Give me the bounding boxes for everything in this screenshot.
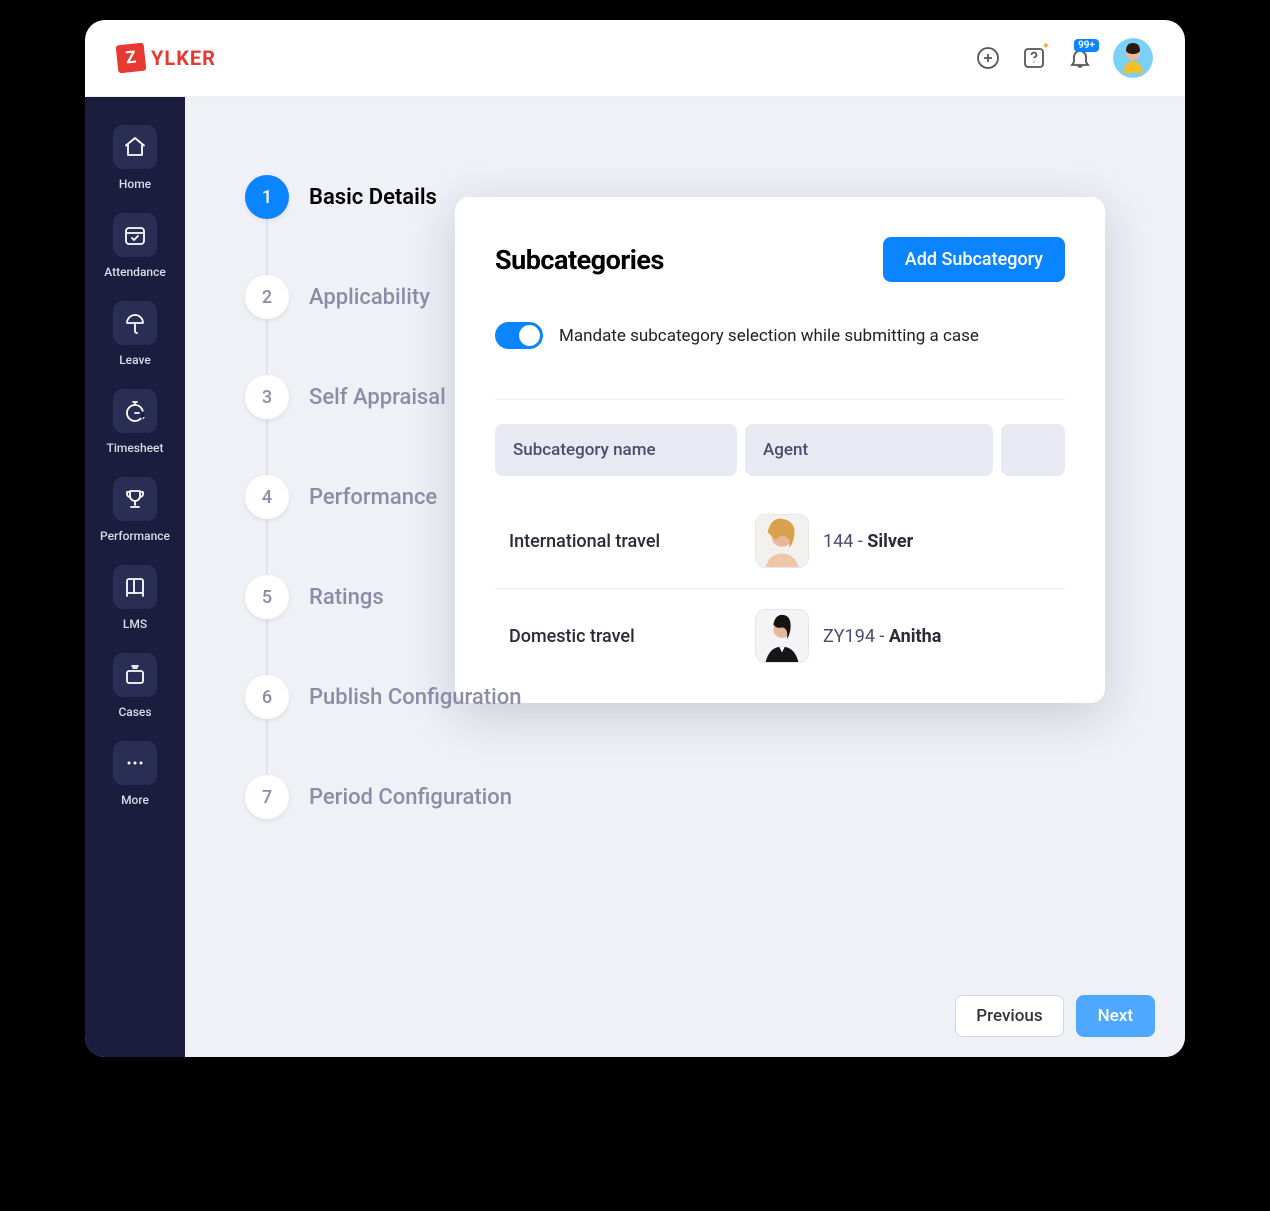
step-number: 5 [245, 575, 289, 619]
add-icon[interactable] [975, 45, 1001, 71]
logo-text: YLKER [151, 46, 216, 70]
step-performance[interactable]: 4 Performance [245, 447, 1125, 547]
sidebar-item-label: LMS [123, 617, 147, 631]
step-period-config[interactable]: 7 Period Configuration [245, 747, 1125, 847]
step-number: 4 [245, 475, 289, 519]
logo-mark: Z [116, 43, 147, 74]
step-label: Publish Configuration [309, 685, 521, 710]
step-label: Self Appraisal [309, 385, 446, 410]
header: Z YLKER ✦ 99+ [85, 20, 1185, 97]
body: Home Attendance Leave Timesheet Performa… [85, 97, 1185, 1057]
sidebar-item-label: Home [119, 177, 151, 191]
sidebar-item-label: More [121, 793, 149, 807]
step-label: Applicability [309, 285, 430, 310]
step-label: Basic Details [309, 185, 437, 210]
sidebar-item-label: Timesheet [107, 441, 164, 455]
sidebar-item-label: Attendance [104, 265, 166, 279]
sidebar-item-cases[interactable]: Cases [85, 645, 185, 727]
step-number: 7 [245, 775, 289, 819]
sidebar: Home Attendance Leave Timesheet Performa… [85, 97, 185, 1057]
step-applicability[interactable]: 2 Applicability [245, 247, 1125, 347]
sparkle-icon: ✦ [1042, 41, 1050, 52]
step-number: 2 [245, 275, 289, 319]
step-number: 6 [245, 675, 289, 719]
more-icon [113, 741, 157, 785]
stopwatch-icon [113, 389, 157, 433]
help-icon[interactable]: ✦ [1021, 45, 1047, 71]
step-label: Performance [309, 485, 437, 510]
sidebar-item-label: Performance [100, 529, 170, 543]
sidebar-item-lms[interactable]: LMS [85, 557, 185, 639]
notification-icon[interactable]: 99+ [1067, 45, 1093, 71]
step-publish-config[interactable]: 6 Publish Configuration [245, 647, 1125, 747]
home-icon [113, 125, 157, 169]
sidebar-item-leave[interactable]: Leave [85, 293, 185, 375]
trophy-icon [113, 477, 157, 521]
app-frame: Z YLKER ✦ 99+ Home [85, 20, 1185, 1057]
footer-actions: Previous Next [955, 995, 1155, 1037]
stepper: 1 Basic Details 2 Applicability 3 Self A… [245, 147, 1125, 847]
step-number: 3 [245, 375, 289, 419]
step-label: Period Configuration [309, 785, 512, 810]
sidebar-item-timesheet[interactable]: Timesheet [85, 381, 185, 463]
step-label: Ratings [309, 585, 384, 610]
logo[interactable]: Z YLKER [117, 44, 216, 72]
sidebar-item-more[interactable]: More [85, 733, 185, 815]
avatar[interactable] [1113, 38, 1153, 78]
sidebar-item-attendance[interactable]: Attendance [85, 205, 185, 287]
calendar-check-icon [113, 213, 157, 257]
step-self-appraisal[interactable]: 3 Self Appraisal [245, 347, 1125, 447]
sidebar-item-label: Cases [118, 705, 151, 719]
umbrella-icon [113, 301, 157, 345]
previous-button[interactable]: Previous [955, 995, 1063, 1037]
sidebar-item-performance[interactable]: Performance [85, 469, 185, 551]
notification-badge: 99+ [1074, 39, 1099, 52]
lms-icon [113, 565, 157, 609]
step-number: 1 [245, 175, 289, 219]
step-basic-details[interactable]: 1 Basic Details [245, 147, 1125, 247]
next-button[interactable]: Next [1076, 995, 1155, 1037]
step-ratings[interactable]: 5 Ratings [245, 547, 1125, 647]
header-actions: ✦ 99+ [975, 38, 1153, 78]
main-content: 1 Basic Details 2 Applicability 3 Self A… [185, 97, 1185, 1057]
sidebar-item-label: Leave [119, 353, 151, 367]
sidebar-item-home[interactable]: Home [85, 117, 185, 199]
briefcase-icon [113, 653, 157, 697]
